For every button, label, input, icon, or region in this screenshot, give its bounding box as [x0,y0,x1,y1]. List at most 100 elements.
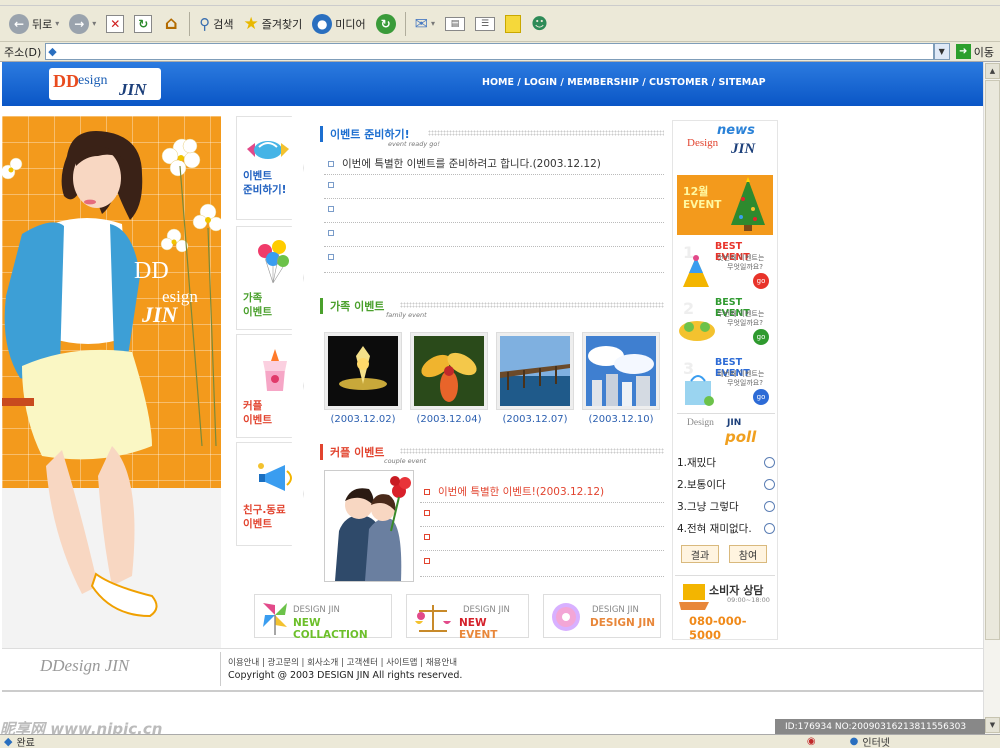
radio-button[interactable] [764,501,775,512]
back-label: 뒤로 [32,17,53,31]
top-navigation[interactable]: HOME / LOGIN / MEMBERSHIP / CUSTOMER / S… [482,77,766,88]
nav-tile-prepare[interactable]: 이벤트 준비하기! [236,116,304,220]
photo-thumbnail[interactable] [410,332,488,410]
december-event-banner[interactable]: 12월 EVENT [677,175,773,235]
photo-date: (2003.12.07) [502,414,568,425]
list-item[interactable] [328,182,342,188]
chevron-down-icon: ▾ [431,19,436,28]
favorites-label: 즐겨찾기 [261,17,303,31]
forward-button[interactable]: → ▾ [66,10,99,38]
nav-tile-family[interactable]: 가족 이벤트 [236,226,304,330]
address-dropdown-button[interactable]: ▼ [933,43,950,60]
refresh-button[interactable]: ↻ [131,10,155,38]
radio-button[interactable] [764,479,775,490]
nav-tile-label: 친구.동료 [243,504,286,516]
forward-arrow-icon: → [69,13,90,34]
internet-globe-icon: ● [849,736,859,747]
media-button[interactable]: ● 미디어 [309,10,368,38]
list-item[interactable]: 이번에 특별한 이벤트를 준비하려고 합니다.(2003.12.12) [328,156,601,171]
banner-bottom-label: NEW COLLACTION [293,617,368,641]
mail-icon: ✉ [414,14,429,33]
go-button[interactable]: ➜ 이동 [950,44,1000,60]
go-button[interactable]: go [753,329,769,345]
poll-option[interactable]: 3.그냥 그렇다 [677,499,775,514]
list-item[interactable] [328,206,342,212]
history-button[interactable]: ↻ [373,10,399,38]
nav-tile-label: 준비하기! [243,184,287,196]
candy-icon [247,141,289,159]
banner-top-label: DESIGN JIN [592,605,639,615]
list-item[interactable] [328,230,342,236]
address-input[interactable]: ◆ [45,43,934,60]
section-title-couple: 커플 이벤트 [330,446,385,459]
go-button[interactable]: go [753,389,769,405]
chevron-down-icon: ▾ [55,19,60,28]
scroll-up-button[interactable]: ▲ [985,63,1000,79]
bullet-icon [424,558,430,564]
footer-links[interactable]: 이용안내 | 광고문의 | 회사소개 | 고객센터 | 사이트맵 | 채용안내 [228,656,457,668]
refresh-icon: ↻ [134,14,153,33]
favorites-button[interactable]: ★ 즐겨찾기 [241,10,306,38]
mail-button[interactable]: ✉ ▾ [412,10,438,38]
fountain-photo [328,336,398,406]
stop-button[interactable]: ✕ [103,10,127,38]
banner-new-event[interactable]: DESIGN JIN NEW EVENT [406,594,529,641]
messenger-button[interactable]: ☻ [528,10,551,38]
photo-thumbnail[interactable] [324,332,402,410]
list-item[interactable] [424,534,438,540]
svg-text:DD: DD [53,71,79,91]
search-button[interactable]: ⚲ 검색 [196,10,236,38]
media-label: 미디어 [335,17,366,31]
best-event-1[interactable]: 1 BEST EVENT 첫번째 이벤트는 무엇일까요? go [675,239,775,297]
scale-icon [415,605,451,632]
back-button[interactable]: ← 뒤로 ▾ [6,10,62,38]
scroll-thumb[interactable] [985,80,1000,640]
section-marker [320,444,323,460]
print-button[interactable]: ▤ [442,10,468,38]
banner-new-collection[interactable]: DESIGN JIN NEW COLLACTION [254,594,392,641]
poll-option[interactable]: 4.전혀 재미없다. [677,521,775,536]
zone-label: 인터넷 [862,738,890,749]
best-event-2[interactable]: 2 BEST EVENT 두번째 이벤트는 무엇일까요? go [675,295,775,353]
poll-option[interactable]: 2.보통이다 [677,477,775,492]
list-item[interactable]: 이번에 특별한 이벤트!(2003.12.12) [424,484,604,499]
best-event-3[interactable]: 3 BEST EVENT 세번째 이벤트는 무엇일까요? go [675,355,775,413]
edit-button[interactable]: ☰ [472,10,498,38]
history-icon: ↻ [375,13,396,34]
back-arrow-icon: ← [9,13,29,34]
banner-top-label: DESIGN JIN [293,605,340,615]
copyright-text: Copyright @ 2003 DESIGN JIN All rights r… [228,670,463,681]
footer-logo: DDesign JIN [40,656,130,675]
flower-photo [414,336,484,406]
go-button[interactable]: go [753,273,769,289]
poll-vote-button[interactable]: 참여 [729,545,767,563]
nav-tile-couple[interactable]: 커플 이벤트 [236,334,304,438]
section-title-family: 가족 이벤트 [330,300,385,313]
poll-option[interactable]: 1.재밌다 [677,455,775,470]
site-logo[interactable]: DD esign JIN [49,68,161,100]
discuss-button[interactable] [502,10,524,38]
section-subtitle-family: family event [386,311,427,319]
radio-button[interactable] [764,523,775,534]
toolbar-divider [189,11,191,36]
vertical-scrollbar[interactable]: ▲ ▼ [983,62,1000,734]
customer-consult[interactable]: 소비자 상담 09:00~18:00 080-000-5000 [675,575,775,642]
scroll-down-button[interactable]: ▼ [985,717,1000,733]
status-text: 완료 [16,738,35,749]
list-item[interactable] [424,510,438,516]
list-item[interactable] [328,254,342,260]
messenger-icon: ☻ [531,14,548,33]
radio-button[interactable] [764,457,775,468]
section-marker [320,298,323,314]
poll-result-button[interactable]: 결과 [681,545,719,563]
nav-tile-friends[interactable]: 친구.동료 이벤트 [236,442,304,546]
news-title-brand: Design [687,137,719,149]
woman-illustration: DD esign JIN [2,131,221,618]
photo-thumbnail[interactable] [496,332,574,410]
home-button[interactable]: ⌂ [159,10,183,38]
list-item[interactable] [424,558,438,564]
photo-thumbnail[interactable] [582,332,660,410]
security-icon: ◉ [806,736,816,747]
toolbar-divider [404,11,406,36]
banner-design-jin[interactable]: DESIGN JIN DESIGN JIN [543,594,661,638]
